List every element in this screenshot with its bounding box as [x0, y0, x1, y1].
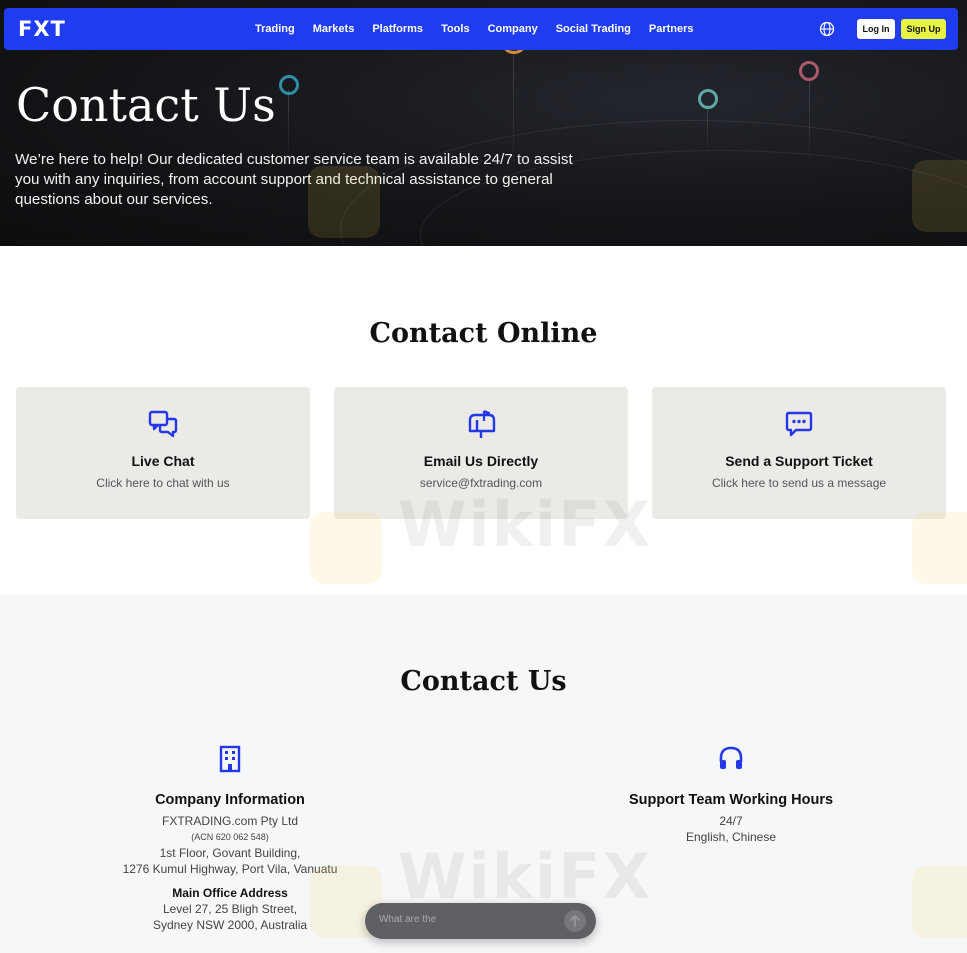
card-title: Send a Support Ticket [725, 453, 873, 469]
company-acn: (ACN 620 062 548) [191, 832, 269, 842]
support-hours-value: 24/7 [719, 814, 743, 828]
page-title: Contact Us [16, 78, 276, 132]
main-menu: Trading Markets Platforms Tools Company … [255, 8, 694, 50]
watermark-logo [310, 512, 382, 584]
company-address-line: 1276 Kumul Highway, Port Vila, Vanuatu [122, 862, 338, 876]
building-icon [219, 745, 241, 773]
chat-bubbles-icon [148, 410, 178, 438]
office-address-line: Sydney NSW 2000, Australia [152, 918, 308, 932]
logo[interactable]: FXT [18, 17, 66, 41]
support-hours: Support Team Working Hours 24/7 English,… [591, 744, 871, 845]
company-heading: Company Information [155, 792, 305, 808]
watermark-logo [912, 512, 967, 584]
arrow-up-icon [570, 915, 580, 927]
signup-button[interactable]: Sign Up [901, 19, 946, 39]
office-address-line: Level 27, 25 Bligh Street, [162, 902, 298, 916]
nav-item-platforms[interactable]: Platforms [372, 23, 423, 35]
card-subtitle: Click here to send us a message [711, 476, 887, 490]
card-subtitle: Click here to chat with us [96, 476, 230, 490]
mailbox-icon [468, 409, 496, 438]
send-button[interactable] [564, 910, 586, 932]
top-navbar: FXT Trading Markets Platforms Tools Comp… [4, 8, 958, 50]
company-name: FXTRADING.com Pty Ltd [161, 814, 299, 828]
hero-glow-dot [698, 89, 718, 109]
section-title-contact-online: Contact Online [369, 318, 598, 349]
card-title: Email Us Directly [423, 453, 539, 469]
nav-item-partners[interactable]: Partners [649, 23, 694, 35]
headphones-icon [719, 746, 743, 769]
chat-input[interactable]: What are the [379, 914, 436, 925]
company-address-line: 1st Floor, Govant Building, [159, 846, 301, 860]
nav-item-social-trading[interactable]: Social Trading [556, 23, 631, 35]
nav-item-trading[interactable]: Trading [255, 23, 295, 35]
support-ticket-card[interactable]: Send a Support Ticket Click here to send… [652, 387, 946, 519]
globe-icon[interactable] [819, 21, 835, 37]
section-title-contact-us: Contact Us [400, 666, 567, 697]
hero-decoration [707, 105, 708, 155]
nav-item-tools[interactable]: Tools [441, 23, 470, 35]
chat-input-bar[interactable]: What are the [365, 903, 596, 939]
hero-decoration [809, 80, 810, 170]
hero-description: We’re here to help! Our dedicated custom… [15, 151, 573, 208]
message-icon [785, 411, 813, 437]
company-information: Company Information FXTRADING.com Pty Lt… [90, 744, 370, 933]
card-title: Live Chat [131, 453, 195, 469]
nav-item-markets[interactable]: Markets [313, 23, 355, 35]
email-card[interactable]: Email Us Directly service@fxtrading.com [334, 387, 628, 519]
support-languages: English, Chinese [685, 830, 777, 844]
email-address[interactable]: service@fxtrading.com [334, 476, 628, 490]
hero-glow-dot [799, 61, 819, 81]
hero-glow-dot [279, 75, 299, 95]
office-heading: Main Office Address [172, 886, 288, 900]
support-heading: Support Team Working Hours [628, 792, 834, 808]
live-chat-card[interactable]: Live Chat Click here to chat with us [16, 387, 310, 519]
login-button[interactable]: Log In [857, 19, 895, 39]
nav-item-company[interactable]: Company [488, 23, 538, 35]
